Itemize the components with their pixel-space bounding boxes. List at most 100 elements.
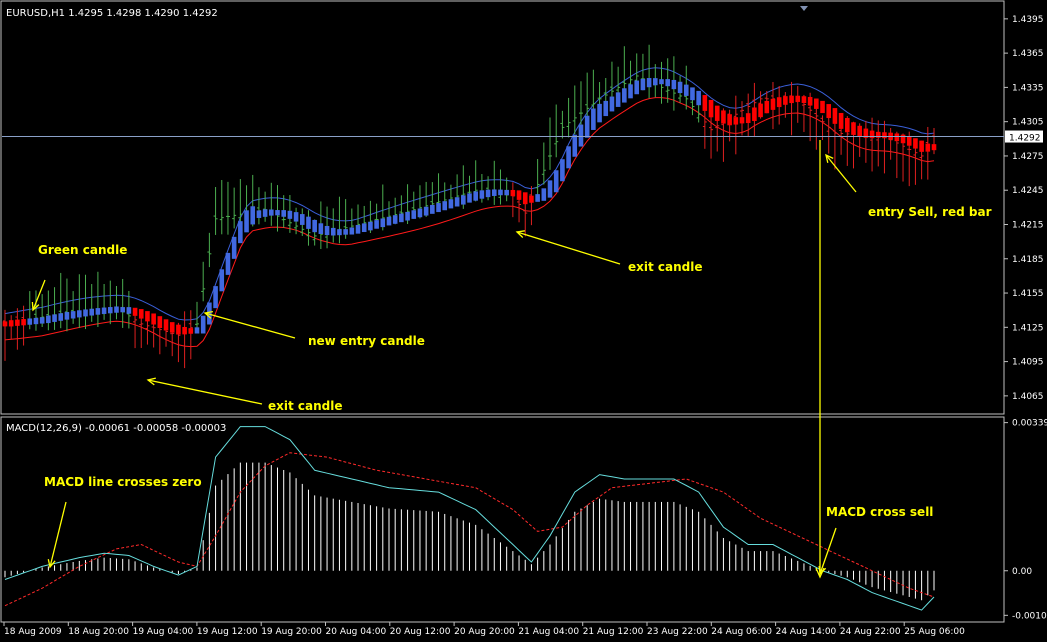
trend-block: [745, 113, 751, 124]
trend-block: [244, 210, 249, 233]
trend-block: [52, 314, 57, 322]
trend-block: [522, 192, 528, 205]
trend-block: [659, 79, 664, 85]
trend-block: [906, 136, 912, 146]
trend-block: [194, 327, 200, 334]
trend-block: [572, 134, 578, 157]
trend-block: [182, 326, 187, 335]
trend-block: [783, 96, 788, 105]
trend-block: [368, 221, 373, 231]
trend-block: [70, 311, 76, 319]
time-tick-label: 20 Aug 12:00: [390, 627, 451, 637]
trend-block: [275, 210, 280, 216]
trend-block: [454, 197, 460, 207]
trend-block: [380, 218, 386, 228]
trend-block: [448, 199, 454, 209]
trend-block: [882, 132, 887, 139]
trend-block: [386, 216, 392, 226]
current-price-label: 1.4292: [1009, 134, 1041, 144]
trend-block: [337, 229, 342, 236]
trend-block: [430, 204, 435, 214]
time-tick-label: 20 Aug 04:00: [326, 627, 387, 637]
trend-block: [176, 324, 181, 335]
trend-block: [516, 190, 522, 200]
trend-block: [739, 117, 745, 124]
trend-block: [504, 189, 509, 196]
label-new-entry-candle: new entry candle: [308, 334, 425, 348]
trend-block: [213, 286, 218, 309]
time-tick-label: 19 Aug 04:00: [133, 627, 194, 637]
trend-block: [89, 308, 95, 316]
time-tick-label: 23 Aug 22:00: [647, 627, 708, 637]
trend-block: [653, 78, 658, 86]
trend-block: [349, 227, 355, 235]
trend-block: [789, 95, 794, 104]
trend-block: [318, 223, 324, 234]
trend-block: [405, 211, 410, 221]
trend-block: [126, 307, 132, 314]
trend-block: [399, 213, 404, 223]
trend-block: [690, 87, 695, 101]
trend-block: [2, 321, 8, 327]
trend-block: [225, 252, 231, 275]
trend-block: [77, 310, 82, 318]
label-exit-candle-2: exit candle: [628, 260, 703, 274]
trend-block: [721, 110, 726, 124]
trend-block: [553, 170, 559, 193]
trend-block: [64, 312, 70, 320]
price-tick-label: 1.4095: [1012, 358, 1044, 368]
trend-block: [714, 105, 720, 121]
trend-block: [238, 221, 243, 244]
trend-block: [256, 210, 262, 218]
trend-block: [795, 95, 801, 102]
trend-block: [306, 216, 311, 229]
trend-block: [683, 84, 689, 96]
trend-block: [634, 80, 640, 95]
trend-block: [597, 103, 602, 123]
trend-block: [163, 319, 169, 331]
trend-block: [776, 97, 782, 108]
price-tick-label: 1.4365: [1012, 49, 1044, 59]
trend-block: [343, 229, 348, 235]
trend-block: [560, 159, 565, 182]
label-entry-sell: entry Sell, red bar: [868, 205, 992, 219]
time-tick-label: 21 Aug 04:00: [518, 627, 579, 637]
trend-block: [21, 319, 26, 326]
time-tick-label: 24 Aug 22:00: [840, 627, 901, 637]
trend-block: [900, 134, 906, 144]
trend-block: [535, 194, 540, 202]
trend-block: [8, 320, 14, 327]
trend-block: [529, 195, 534, 203]
trend-block: [39, 317, 45, 324]
trend-block: [101, 307, 107, 314]
trend-block: [281, 210, 286, 217]
trend-block: [931, 144, 937, 151]
trend-block: [33, 317, 39, 325]
time-tick-label: 25 Aug 06:00: [904, 627, 965, 637]
trend-block: [801, 96, 807, 104]
trend-block: [423, 206, 429, 216]
trend-block: [467, 193, 472, 203]
price-tick-label: 1.4215: [1012, 220, 1044, 230]
macd-tick-label: 0.00: [1012, 567, 1032, 577]
label-green-candle: Green candle: [38, 243, 127, 257]
price-tick-label: 1.4155: [1012, 289, 1044, 299]
price-tick-label: 1.4125: [1012, 323, 1044, 333]
price-tick-label: 1.4065: [1012, 392, 1044, 402]
trend-block: [696, 90, 701, 106]
time-tick-label: 20 Aug 20:00: [454, 627, 515, 637]
label-exit-candle-1: exit candle: [268, 399, 343, 413]
trend-block: [832, 108, 838, 124]
trend-block: [15, 319, 20, 326]
trend-block: [591, 108, 596, 130]
chart-window: EURUSD,H1 1.4295 1.4298 1.4290 1.4292 MA…: [0, 0, 1047, 638]
trend-block: [894, 133, 900, 142]
trend-block: [361, 223, 367, 233]
trend-block: [603, 100, 609, 117]
trend-block: [838, 112, 844, 129]
trend-block: [479, 190, 485, 199]
trend-block: [151, 313, 156, 325]
trend-block: [919, 140, 924, 152]
trend-block: [231, 236, 237, 259]
trend-block: [770, 98, 776, 110]
